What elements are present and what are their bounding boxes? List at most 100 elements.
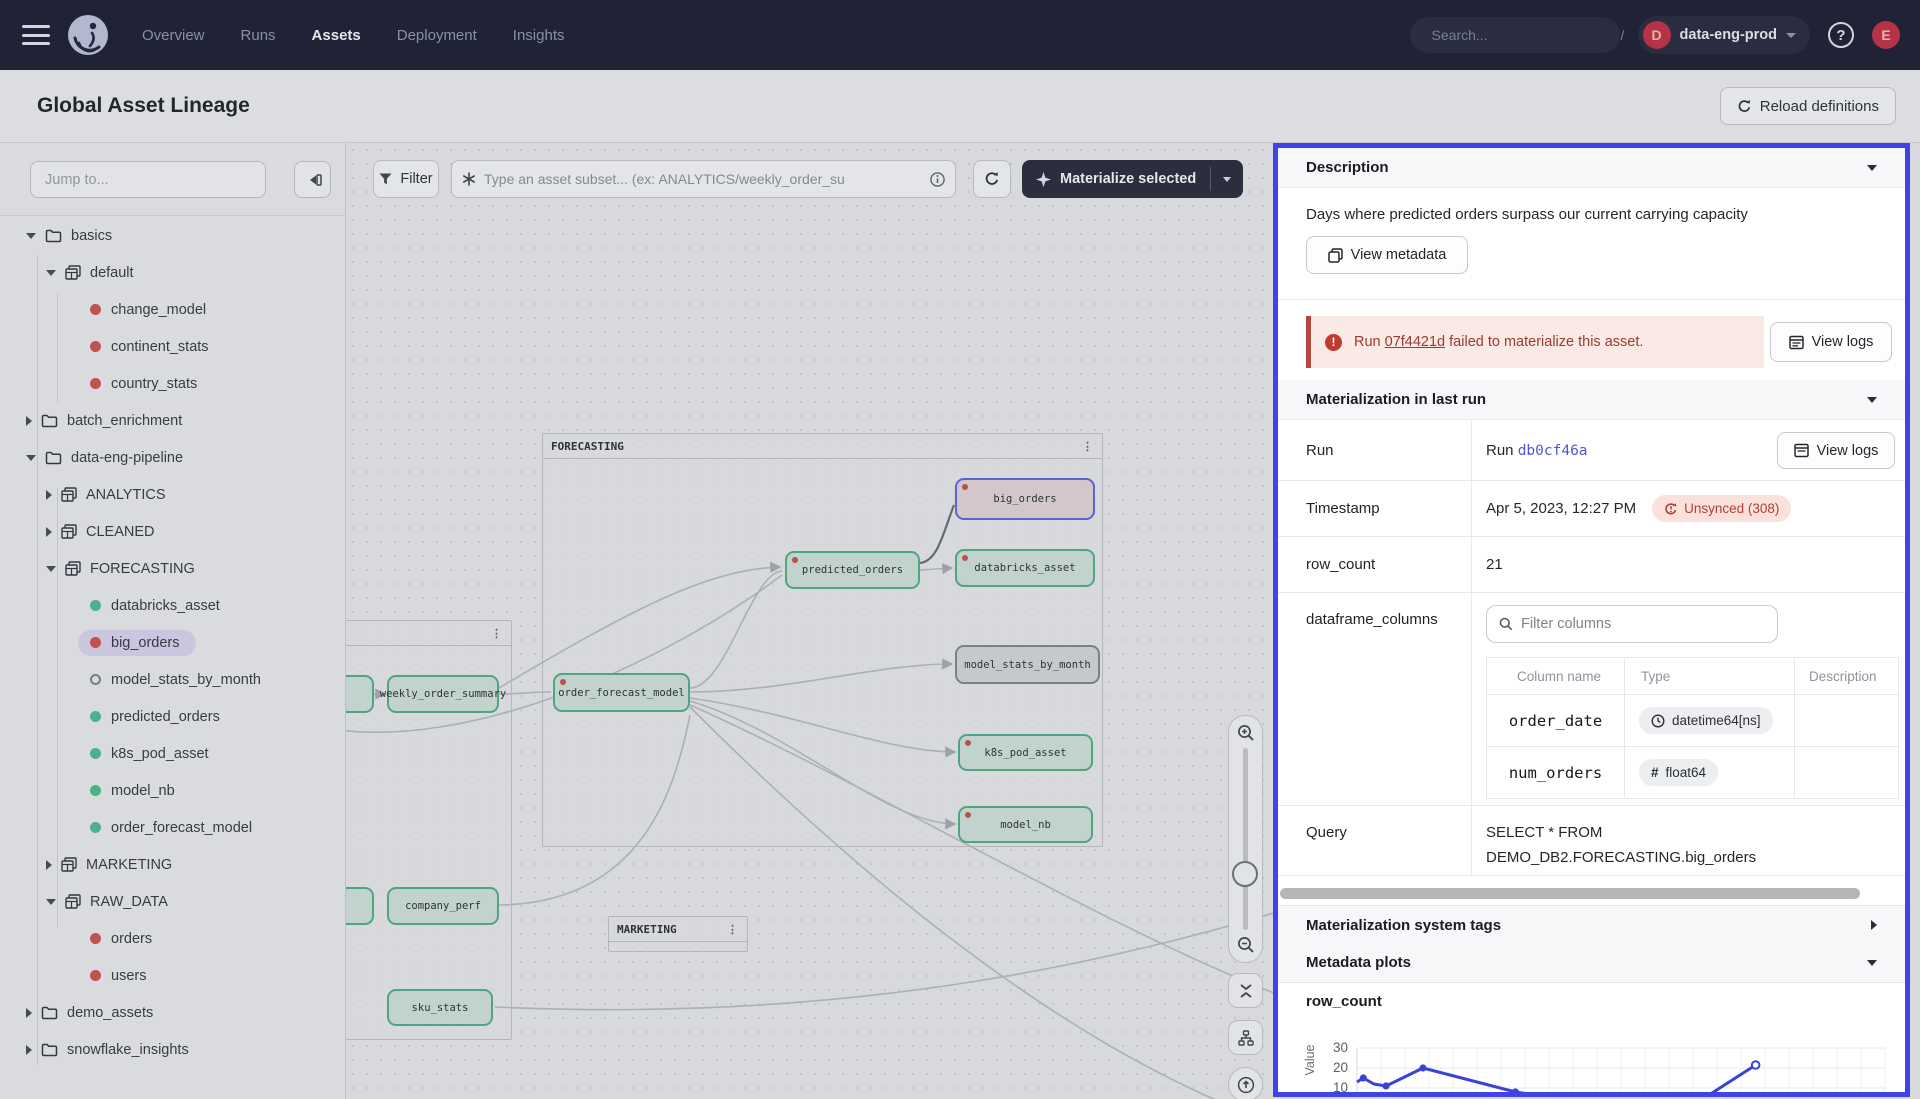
system-tags-section-header[interactable]: Materialization system tags bbox=[1278, 905, 1905, 945]
view-logs-button[interactable]: View logs bbox=[1770, 322, 1892, 362]
nav-item-assets[interactable]: Assets bbox=[312, 27, 361, 44]
description-section-header[interactable]: Description bbox=[1278, 148, 1905, 188]
sidebar-item-demo_assets[interactable]: demo_assets bbox=[0, 994, 346, 1031]
global-search[interactable]: / bbox=[1410, 17, 1620, 53]
sidebar-item-label: ANALYTICS bbox=[86, 487, 166, 503]
graph-node-predicted_orders[interactable]: predicted_orders bbox=[785, 551, 920, 589]
nav-item-insights[interactable]: Insights bbox=[513, 27, 565, 44]
lineage-graph-canvas[interactable]: ⋮ FORECASTING ⋮ MARKETING ⋮ bbox=[346, 143, 1273, 1099]
nav-item-deployment[interactable]: Deployment bbox=[397, 27, 477, 44]
sidebar-item-databricks_asset[interactable]: databricks_asset bbox=[0, 587, 346, 624]
info-icon[interactable] bbox=[930, 172, 945, 187]
collapse-groups-button[interactable] bbox=[1228, 973, 1263, 1008]
sidebar-item-model_stats_by_month[interactable]: model_stats_by_month bbox=[0, 661, 346, 698]
graph-node-sku_stats[interactable]: sku_stats bbox=[387, 989, 493, 1026]
sidebar-item-RAW_DATA[interactable]: RAW_DATA bbox=[0, 883, 346, 920]
sidebar-item-model_nb[interactable]: model_nb bbox=[0, 772, 346, 809]
caret-down-icon[interactable] bbox=[46, 270, 56, 276]
status-dot-error bbox=[90, 341, 101, 352]
search-input[interactable] bbox=[1432, 27, 1613, 43]
help-icon[interactable]: ? bbox=[1828, 22, 1854, 48]
deployment-switcher[interactable]: D data-eng-prod bbox=[1638, 16, 1810, 54]
recenter-button[interactable] bbox=[1228, 1067, 1263, 1099]
caret-down-icon[interactable] bbox=[46, 566, 56, 572]
zoom-in-icon[interactable] bbox=[1237, 724, 1255, 742]
chevron-down-icon bbox=[1867, 165, 1877, 171]
graph-node-big_orders[interactable]: big_orders bbox=[955, 478, 1095, 520]
sidebar-item-snowflake_insights[interactable]: snowflake_insights bbox=[0, 1031, 346, 1068]
user-avatar[interactable]: E bbox=[1872, 21, 1900, 49]
refresh-graph-button[interactable] bbox=[973, 160, 1011, 198]
sidebar-item-country_stats[interactable]: country_stats bbox=[0, 365, 346, 402]
graph-node-company_perf[interactable]: company_perf bbox=[387, 887, 499, 925]
materialize-selected-button[interactable]: Materialize selected bbox=[1022, 160, 1243, 198]
caret-right-icon[interactable] bbox=[26, 1008, 32, 1018]
run-id-link[interactable]: 07f4421d bbox=[1385, 334, 1445, 350]
asset-subset-input[interactable] bbox=[484, 171, 922, 187]
sidebar-item-users[interactable]: users bbox=[0, 957, 346, 994]
view-metadata-button[interactable]: View metadata bbox=[1306, 236, 1468, 274]
sidebar-item-change_model[interactable]: change_model bbox=[0, 291, 346, 328]
caret-down-icon[interactable] bbox=[46, 899, 56, 905]
number-icon: # bbox=[1651, 765, 1659, 780]
graph-node-databricks_asset[interactable]: databricks_asset bbox=[955, 549, 1095, 587]
graph-node-model_stats_by_month[interactable]: model_stats_by_month bbox=[955, 645, 1100, 684]
graph-node-partial[interactable] bbox=[346, 675, 374, 713]
sidebar-item-orders[interactable]: orders bbox=[0, 920, 346, 957]
warning-dot-icon bbox=[792, 557, 798, 563]
caret-right-icon[interactable] bbox=[46, 527, 52, 537]
graph-node-model_nb[interactable]: model_nb bbox=[958, 806, 1093, 843]
unsynced-badge[interactable]: Unsynced (308) bbox=[1652, 495, 1791, 522]
metadata-plots-section-header[interactable]: Metadata plots bbox=[1278, 943, 1905, 983]
caret-right-icon[interactable] bbox=[26, 1045, 32, 1055]
sidebar-item-batch_enrichment[interactable]: batch_enrichment bbox=[0, 402, 346, 439]
sidebar-item-MARKETING[interactable]: MARKETING bbox=[0, 846, 346, 883]
caret-right-icon[interactable] bbox=[26, 416, 32, 426]
graph-node-k8s_pod_asset[interactable]: k8s_pod_asset bbox=[958, 734, 1093, 771]
graph-node-order_forecast_model[interactable]: order_forecast_model bbox=[553, 673, 690, 712]
page-title: Global Asset Lineage bbox=[37, 94, 250, 118]
sidebar-item-ANALYTICS[interactable]: ANALYTICS bbox=[0, 476, 346, 513]
asset-tree-sidebar: basics defaultchange_modelcontinent_stats… bbox=[0, 143, 346, 1099]
graph-node-label: model_stats_by_month bbox=[964, 659, 1090, 671]
sidebar-item-big_orders[interactable]: big_orders bbox=[0, 624, 346, 661]
caret-down-icon[interactable] bbox=[26, 233, 36, 239]
jump-to-input[interactable] bbox=[30, 161, 266, 198]
sidebar-item-data-eng-pipeline[interactable]: data-eng-pipeline bbox=[0, 439, 346, 476]
collapse-sidebar-button[interactable] bbox=[294, 161, 331, 198]
sidebar-item-CLEANED[interactable]: CLEANED bbox=[0, 513, 346, 550]
zoom-slider-handle[interactable] bbox=[1232, 861, 1258, 887]
sidebar-item-basics[interactable]: basics bbox=[0, 217, 346, 254]
sidebar-item-label: RAW_DATA bbox=[90, 894, 168, 910]
graph-node-label: predicted_orders bbox=[802, 564, 903, 576]
run-id-link[interactable]: db0cf46a bbox=[1518, 443, 1588, 459]
layout-tree-button[interactable] bbox=[1228, 1020, 1263, 1055]
menu-icon[interactable] bbox=[22, 25, 50, 45]
divider bbox=[1278, 299, 1905, 300]
filter-columns-input[interactable] bbox=[1521, 616, 1765, 632]
materialization-section-header[interactable]: Materialization in last run bbox=[1278, 380, 1905, 420]
sidebar-item-FORECASTING[interactable]: FORECASTING bbox=[0, 550, 346, 587]
caret-right-icon[interactable] bbox=[46, 490, 52, 500]
zoom-slider[interactable] bbox=[1243, 748, 1248, 930]
caret-right-icon[interactable] bbox=[46, 860, 52, 870]
sidebar-item-predicted_orders[interactable]: predicted_orders bbox=[0, 698, 346, 735]
caret-down-icon[interactable] bbox=[26, 455, 36, 461]
filter-button[interactable]: Filter bbox=[373, 160, 439, 198]
sidebar-item-continent_stats[interactable]: continent_stats bbox=[0, 328, 346, 365]
zoom-out-icon[interactable] bbox=[1237, 936, 1255, 954]
view-logs-button[interactable]: View logs bbox=[1777, 432, 1895, 469]
sidebar-item-order_forecast_model[interactable]: order_forecast_model bbox=[0, 809, 346, 846]
sidebar-item-k8s_pod_asset[interactable]: k8s_pod_asset bbox=[0, 735, 346, 772]
dagster-logo-icon[interactable] bbox=[66, 13, 110, 57]
horizontal-scrollbar[interactable] bbox=[1280, 888, 1860, 899]
status-dot-error bbox=[90, 378, 101, 389]
graph-node-weekly_order_summary[interactable]: weekly_order_summary bbox=[387, 675, 499, 713]
reload-definitions-button[interactable]: Reload definitions bbox=[1720, 87, 1896, 125]
graph-node-partial[interactable] bbox=[346, 887, 374, 925]
sidebar-item-label: basics bbox=[71, 228, 112, 244]
materialize-dropdown[interactable] bbox=[1211, 177, 1243, 182]
nav-item-overview[interactable]: Overview bbox=[142, 27, 205, 44]
nav-item-runs[interactable]: Runs bbox=[241, 27, 276, 44]
sidebar-item-default[interactable]: default bbox=[0, 254, 346, 291]
